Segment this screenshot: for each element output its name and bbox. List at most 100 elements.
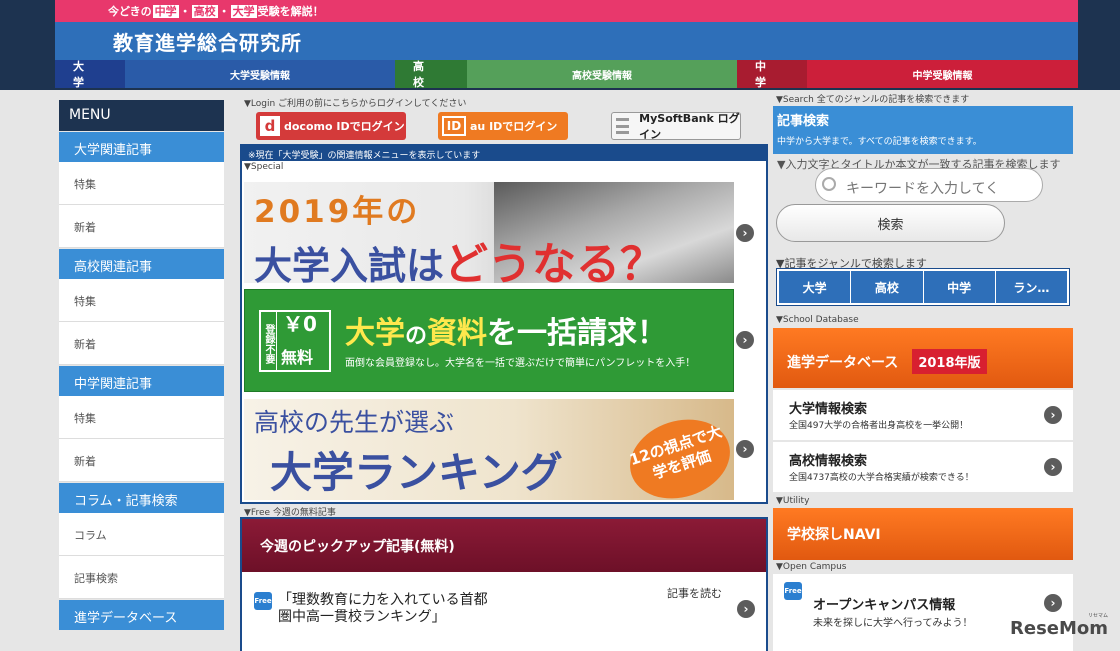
banner-university-ranking[interactable]: 高校の先生が選ぶ 大学ランキング 12の視点で大学を評価 xyxy=(244,399,734,500)
docomo-login-button[interactable]: d docomo IDでログイン xyxy=(256,112,406,140)
chevron-right-icon[interactable]: › xyxy=(736,224,754,242)
chevron-right-icon[interactable]: › xyxy=(1044,594,1062,612)
menu-heading-university[interactable]: 大学関連記事 xyxy=(59,131,224,162)
banner-2019-exam[interactable]: 2019年の 大学入試はどうなる？ xyxy=(244,182,734,283)
pickup-title-line: 「理数教育に力を入れている首都 xyxy=(278,592,488,608)
nav-highschool-tab[interactable]: 高校受験情報 xyxy=(467,60,737,88)
menu-item-feature[interactable]: 特集 xyxy=(59,162,224,205)
menu-title: MENU xyxy=(59,100,224,131)
read-more-link[interactable]: 記事を読む xyxy=(667,585,722,601)
genre-ranking-button[interactable]: ラン… xyxy=(995,271,1067,303)
open-campus-label: ▼Open Campus xyxy=(776,562,847,572)
softbank-login-button[interactable]: MySoftBank ログイン xyxy=(611,112,741,141)
menu-heading-column[interactable]: コラム・記事検索 xyxy=(59,482,224,513)
chevron-right-icon[interactable]: › xyxy=(1044,406,1062,424)
chevron-right-icon[interactable]: › xyxy=(1044,458,1062,476)
menu-item-feature[interactable]: 特集 xyxy=(59,396,224,439)
special-panel: ※現在「大学受験」の関連情報メニューを表示しています ▼Special 2019… xyxy=(240,144,768,504)
nav-university-label: 大学 xyxy=(55,60,125,89)
menu-notice: ※現在「大学受験」の関連情報メニューを表示しています xyxy=(242,146,766,161)
free-icon: Free xyxy=(254,592,272,610)
search-icon xyxy=(822,177,836,191)
utility-label: ▼Utility xyxy=(776,496,810,506)
menu-heading-database[interactable]: 進学データベース xyxy=(59,599,224,630)
softbank-login-label: MySoftBank ログイン xyxy=(639,112,740,141)
au-id-icon: ID xyxy=(442,116,466,136)
search-label: ▼Search 全てのジャンルの記事を検索できます xyxy=(776,95,970,105)
database-year-badge: 2018年版 xyxy=(912,349,987,374)
database-header[interactable]: 進学データベース 2018年版 xyxy=(773,328,1073,388)
docomo-icon: d xyxy=(260,116,280,136)
tagline-separator: ・ xyxy=(218,5,230,18)
university-search-link[interactable]: 大学情報検索 全国497大学の合格者出身高校を一挙公開！ › xyxy=(773,390,1073,440)
banner-heading: 大学の資料を一括請求！ xyxy=(345,308,667,352)
banner-text-highlight: 資料 xyxy=(427,316,488,351)
open-campus-link[interactable]: Free オープンキャンパス情報 未来を探しに大学へ行ってみよう！ › xyxy=(773,574,1073,651)
banner-heading: 高校の先生が選ぶ xyxy=(254,408,455,437)
tagline-highlight: 高校 xyxy=(191,5,218,18)
docomo-login-label: docomo IDでログイン xyxy=(284,120,405,133)
keyword-search-input[interactable] xyxy=(815,168,1043,202)
free-text: 無料 xyxy=(281,348,314,367)
genre-highschool-button[interactable]: 高校 xyxy=(851,271,923,303)
nav-juniorhigh[interactable]: 中学 中学受験情報 xyxy=(737,60,1078,89)
banner-text-highlight: 大学 xyxy=(345,316,405,351)
resemom-watermark: ReseMom リセマム xyxy=(1010,613,1109,639)
db-item-subtitle: 全国4737高校の大学合格実績が検索できる！ xyxy=(789,473,974,483)
tagline-text: 今どきの xyxy=(108,5,152,18)
genre-university-button[interactable]: 大学 xyxy=(779,271,851,303)
open-campus-title: オープンキャンパス情報 xyxy=(813,598,956,613)
watermark-subtext: リセマム xyxy=(1088,613,1109,619)
tagline-highlight: 中学 xyxy=(152,5,179,18)
nav-university[interactable]: 大学 大学受験情報 xyxy=(55,60,395,89)
pickup-panel: 今週のピックアップ記事(無料) Free 「理数教育に力を入れている首都 圏中高… xyxy=(240,517,768,651)
free-icon: Free xyxy=(784,582,802,600)
watermark-text: ReseMom xyxy=(1010,618,1109,639)
tagline: 今どきの 中学・高校・大学 受験を解説！ xyxy=(108,3,324,19)
banner-text: の xyxy=(405,324,428,349)
no-registration-text: 登録不要 xyxy=(261,312,277,370)
menu-item-new[interactable]: 新着 xyxy=(59,439,224,482)
tagline-separator: ・ xyxy=(179,5,191,18)
nav-juniorhigh-label: 中学 xyxy=(737,60,807,89)
highschool-search-link[interactable]: 高校情報検索 全国4737高校の大学合格実績が検索できる！ › xyxy=(773,442,1073,492)
db-item-title: 大学情報検索 xyxy=(789,402,868,417)
banner-brochure-request[interactable]: 登録不要 ￥0 無料 大学の資料を一括請求！ 面倒な会員登録なし。大学名を一括で… xyxy=(244,289,734,392)
nav-university-tab[interactable]: 大学受験情報 xyxy=(125,60,395,88)
chevron-right-icon[interactable]: › xyxy=(736,331,754,349)
menu-heading-highschool[interactable]: 高校関連記事 xyxy=(59,248,224,279)
login-note: ▼Login ご利用の前にこちらからログインしてください xyxy=(244,99,467,109)
nav-highschool[interactable]: 高校 高校受験情報 xyxy=(395,60,737,89)
search-title: 記事検索 xyxy=(777,114,830,129)
menu-heading-juniorhigh[interactable]: 中学関連記事 xyxy=(59,365,224,396)
pickup-title-line: 圏中高一貫校ランキング」 xyxy=(278,609,446,625)
search-button[interactable]: 検索 xyxy=(776,204,1005,242)
side-menu: MENU 大学関連記事 特集 新着 高校関連記事 特集 新着 中学関連記事 特集… xyxy=(59,100,224,630)
school-navi-link[interactable]: 学校探しNAVI xyxy=(773,508,1073,560)
genre-buttons: 大学 高校 中学 ラン… xyxy=(776,268,1070,306)
au-login-button[interactable]: ID au IDでログイン xyxy=(438,112,568,140)
genre-juniorhigh-button[interactable]: 中学 xyxy=(923,271,995,303)
menu-item-column[interactable]: コラム xyxy=(59,513,224,556)
menu-item-feature[interactable]: 特集 xyxy=(59,279,224,322)
ranking-badge: 12の視点で大学を評価 xyxy=(619,407,734,500)
db-item-title: 高校情報検索 xyxy=(789,454,868,469)
nav-juniorhigh-tab[interactable]: 中学受験情報 xyxy=(807,60,1078,88)
nav-highschool-label: 高校 xyxy=(395,60,467,89)
menu-item-article-search[interactable]: 記事検索 xyxy=(59,556,224,599)
article-search-header: 記事検索 中学から大学まで。すべての記事を検索できます。 xyxy=(773,106,1073,154)
pickup-heading: 今週のピックアップ記事(無料) xyxy=(242,519,766,572)
chevron-right-icon[interactable]: › xyxy=(736,440,754,458)
menu-item-new[interactable]: 新着 xyxy=(59,322,224,365)
tagline-text: 受験を解説！ xyxy=(257,5,324,18)
chevron-right-icon[interactable]: › xyxy=(737,600,755,618)
pickup-article-title[interactable]: 「理数教育に力を入れている首都 圏中高一貫校ランキング」 xyxy=(278,592,488,626)
free-badge: 登録不要 ￥0 無料 xyxy=(259,310,331,372)
banner-heading: 大学ランキング xyxy=(270,448,563,497)
banner-text-highlight: どうなる？ xyxy=(444,239,665,283)
menu-item-new[interactable]: 新着 xyxy=(59,205,224,248)
open-campus-subtitle: 未来を探しに大学へ行ってみよう！ xyxy=(813,618,973,629)
banner-heading: 大学入試はどうなる？ xyxy=(254,228,664,283)
site-logo[interactable]: 教育進学総合研究所 xyxy=(113,27,302,56)
softbank-icon xyxy=(616,118,630,134)
